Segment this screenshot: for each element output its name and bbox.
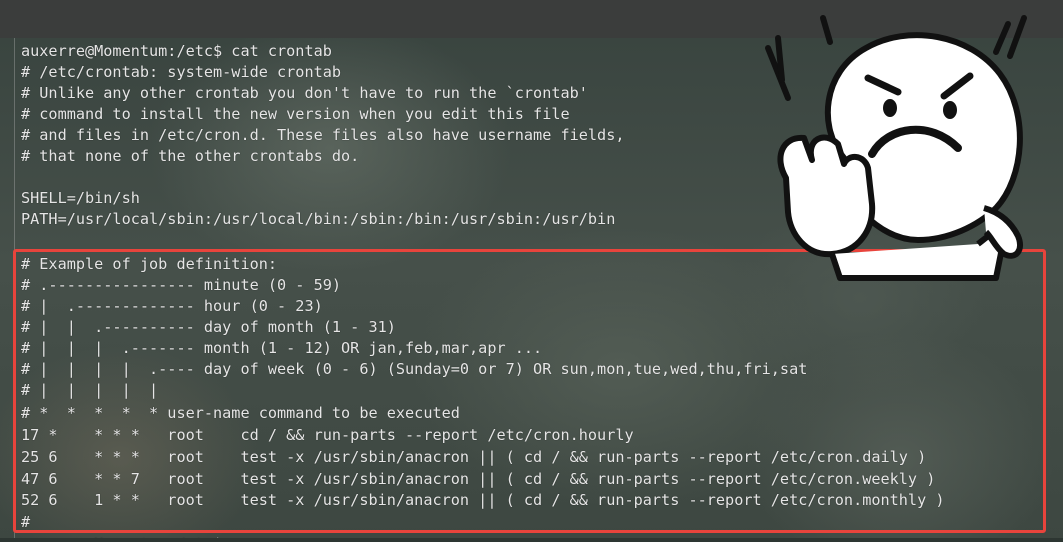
terminal-line: # Unlike any other crontab you don't hav…: [21, 84, 588, 102]
worried-face-icon: [765, 15, 1027, 281]
terminal-line: SHELL=/bin/sh: [21, 189, 140, 207]
terminal-line: # /etc/crontab: system-wide crontab: [21, 63, 342, 81]
terminal-line: # that none of the other crontabs do.: [21, 147, 360, 165]
doodle-hand: [777, 134, 876, 258]
terminal-line: # command to install the new version whe…: [21, 105, 570, 123]
terminal-line: PATH=/usr/local/sbin:/usr/local/bin:/sbi…: [21, 210, 616, 228]
window-bottom-edge: [0, 538, 1063, 542]
terminal-line: # and files in /etc/cron.d. These files …: [21, 126, 625, 144]
terminal-line-prompt: auxerre@Momentum:/etc$ cat crontab: [21, 42, 332, 60]
